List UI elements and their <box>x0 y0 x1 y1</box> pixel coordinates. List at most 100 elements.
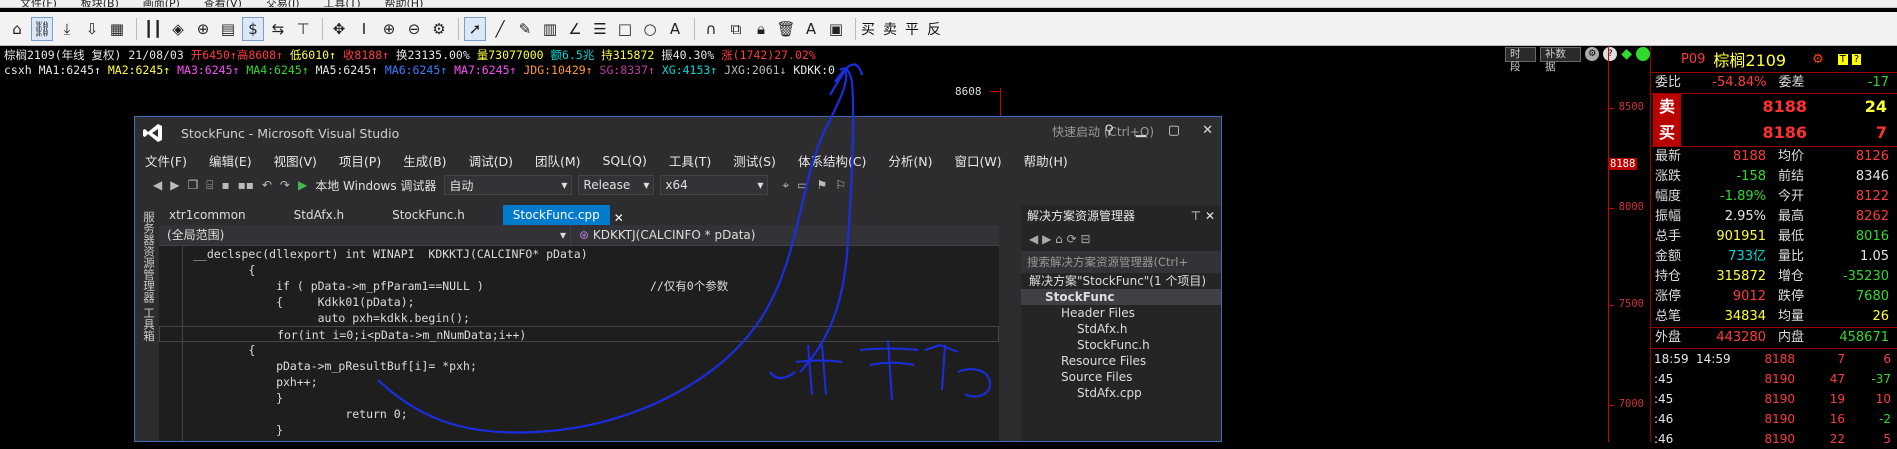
vs-menu-item[interactable]: 团队(M) <box>535 151 581 170</box>
solution-tree-item[interactable]: StockFunc <box>1021 289 1221 305</box>
pencil-icon[interactable]: ✎ <box>514 17 536 41</box>
cursor-icon[interactable]: ➚ <box>464 17 486 41</box>
code-editor[interactable]: xtr1common StdAfx.h StockFunc.h StockFun… <box>159 205 999 442</box>
pin-icon[interactable]: ⊤ ✕ <box>1191 205 1215 227</box>
text-a-icon[interactable]: A <box>664 17 686 41</box>
back-icon[interactable]: ◀ <box>1029 232 1038 246</box>
menu-view[interactable]: 查看(V) <box>204 0 242 8</box>
vs-menu-item[interactable]: 编辑(E) <box>209 151 252 170</box>
sync-icon[interactable]: ⟳ <box>1067 232 1077 246</box>
gear-icon[interactable]: ⚙ <box>428 17 450 41</box>
grid-icon[interactable]: ▦ <box>106 17 128 41</box>
tee-icon[interactable]: ⊤ <box>292 17 314 41</box>
color-icon[interactable]: A <box>800 17 822 41</box>
dollar-icon[interactable]: $ <box>242 17 264 41</box>
menu-file[interactable]: 文件(F) <box>20 0 57 8</box>
ab-icon[interactable]: ⇆ <box>267 17 289 41</box>
period-button[interactable]: 时段 <box>1505 47 1536 62</box>
save-icon[interactable]: ▪ <box>221 178 229 192</box>
tab-stockfunc-cpp[interactable]: StockFunc.cpp <box>503 205 610 225</box>
search-icon[interactable]: ⚲ <box>1104 123 1114 138</box>
fib-icon[interactable]: ☰ <box>589 17 611 41</box>
line-icon[interactable]: ╱ <box>489 17 511 41</box>
solution-search-input[interactable]: 搜索解决方案资源管理器(Ctrl+ <box>1021 251 1221 273</box>
solution-tree-item[interactable]: StdAfx.h <box>1021 321 1221 337</box>
zoom-out-icon[interactable]: ⊖ <box>403 17 425 41</box>
close-icon[interactable]: ✕ <box>1202 123 1213 138</box>
build-config-select[interactable]: Release▾ <box>578 175 654 195</box>
magnet-icon[interactable]: ∩ <box>700 17 722 41</box>
vs-menu-item[interactable]: 生成(B) <box>403 151 446 170</box>
settings-icon[interactable]: ⚙ <box>1585 47 1599 61</box>
link-icon[interactable]: ⛓ <box>31 17 53 41</box>
function-select[interactable]: ⊛ KDKKTJ(CALCINFO * pData) <box>571 225 755 246</box>
forward-icon[interactable]: ▶ <box>170 178 179 192</box>
move-icon[interactable]: ✥ <box>328 17 350 41</box>
vs-menu-item[interactable]: 体系结构(C) <box>798 151 866 170</box>
vs-menu-item[interactable]: 视图(V) <box>274 151 317 170</box>
solution-config-select[interactable]: 自动▾ <box>444 175 572 195</box>
code-view[interactable]: __declspec(dllexport) int WINAPI KDKKTJ(… <box>159 246 999 442</box>
vs-menu-item[interactable]: 帮助(H) <box>1024 151 1068 170</box>
buy-button[interactable]: 买 <box>861 19 875 39</box>
lock-icon[interactable]: 🔒︎ <box>750 17 772 41</box>
new-project-icon[interactable]: ❐ <box>187 178 198 192</box>
minimize-icon[interactable]: ▁ <box>1136 123 1146 138</box>
ruler-icon[interactable]: ▥ <box>539 17 561 41</box>
solution-tree-item[interactable]: Source Files <box>1021 369 1221 385</box>
solution-tree-item[interactable]: StdAfx.cpp <box>1021 385 1221 401</box>
open-file-icon[interactable]: ⌸ <box>206 178 213 193</box>
home-icon[interactable]: ⌂ <box>6 17 28 41</box>
circle-icon[interactable]: ○ <box>639 17 661 41</box>
vs-menu-item[interactable]: 文件(F) <box>145 151 187 170</box>
layout-icon[interactable]: ▭ <box>797 178 808 192</box>
platform-select[interactable]: x64▾ <box>660 175 768 195</box>
maximize-icon[interactable]: ▢ <box>1168 123 1180 138</box>
attach-icon[interactable]: ⌖ <box>782 178 789 193</box>
save-all-icon[interactable]: ▪▪ <box>238 178 254 192</box>
download2-icon[interactable]: ⇩ <box>81 17 103 41</box>
menu-board[interactable]: 板块(B) <box>81 0 119 8</box>
t-badge-icon[interactable]: T <box>1838 54 1848 65</box>
back-icon[interactable]: ◀ <box>153 178 162 192</box>
vs-menu-item[interactable]: 工具(T) <box>669 151 711 170</box>
solution-tree-item[interactable]: Resource Files <box>1021 353 1221 369</box>
save-icon[interactable]: ▣ <box>825 17 847 41</box>
reverse-button[interactable]: 反 <box>927 19 941 39</box>
solution-explorer[interactable]: 解决方案资源管理器 ⊤ ✕ ◀ ▶ ⌂ ⟳ ⊟ 搜索解决方案资源管理器(Ctrl… <box>1021 205 1221 442</box>
page-icon[interactable]: ▤ <box>217 17 239 41</box>
vs-menu-item[interactable]: 调试(D) <box>469 151 513 170</box>
solution-tree-item[interactable]: StockFunc.h <box>1021 337 1221 353</box>
redo-icon[interactable]: ↷ <box>280 178 290 192</box>
settings-icon[interactable]: ⚙ <box>1812 52 1824 67</box>
copy-icon[interactable]: ⧉ <box>725 17 747 41</box>
question-icon[interactable]: ? <box>1852 54 1861 65</box>
vs-menu-item[interactable]: SQL(Q) <box>603 153 647 168</box>
text-icon[interactable]: Ⅰ <box>353 17 375 41</box>
download-icon[interactable]: ⤓ <box>56 17 78 41</box>
solution-tree-item[interactable]: 解决方案"StockFunc"(1 个项目) <box>1021 273 1221 289</box>
tab-stockfunc-h[interactable]: StockFunc.h <box>382 205 475 225</box>
rect-icon[interactable]: □ <box>614 17 636 41</box>
visual-studio-window[interactable]: StockFunc - Microsoft Visual Studio 快速启动… <box>134 116 1222 442</box>
vs-menu-item[interactable]: 窗口(W) <box>955 151 1002 170</box>
start-debug-icon[interactable]: ▶ <box>298 178 307 192</box>
bookmark-icon[interactable]: ⚑ <box>817 178 828 192</box>
bookmark-clear-icon[interactable]: ⚐ <box>835 178 846 192</box>
zoom-in-icon[interactable]: ⊕ <box>378 17 400 41</box>
vs-side-toolwindows[interactable]: 服务器资源管理器 工具箱 <box>135 201 157 441</box>
diamond-icon[interactable]: ◈ <box>167 17 189 41</box>
circle-plus-icon[interactable]: ⊕ <box>192 17 214 41</box>
vs-menu-item[interactable]: 测试(S) <box>733 151 776 170</box>
bars-icon[interactable]: ┃┃ <box>142 17 164 41</box>
close-tab-icon[interactable]: ✕ <box>614 211 624 225</box>
angle-icon[interactable]: ∠ <box>564 17 586 41</box>
close-position-button[interactable]: 平 <box>905 19 919 39</box>
vs-title-bar[interactable]: StockFunc - Microsoft Visual Studio 快速启动… <box>135 117 1221 149</box>
debugger-select[interactable]: 本地 Windows 调试器 <box>315 177 436 194</box>
forward-icon[interactable]: ▶ <box>1042 232 1051 246</box>
menu-tools[interactable]: 工具(T) <box>323 0 360 8</box>
trash-icon[interactable]: 🗑︎ <box>775 17 797 41</box>
vs-menu-item[interactable]: 分析(N) <box>888 151 932 170</box>
solution-tree-item[interactable]: Header Files <box>1021 305 1221 321</box>
